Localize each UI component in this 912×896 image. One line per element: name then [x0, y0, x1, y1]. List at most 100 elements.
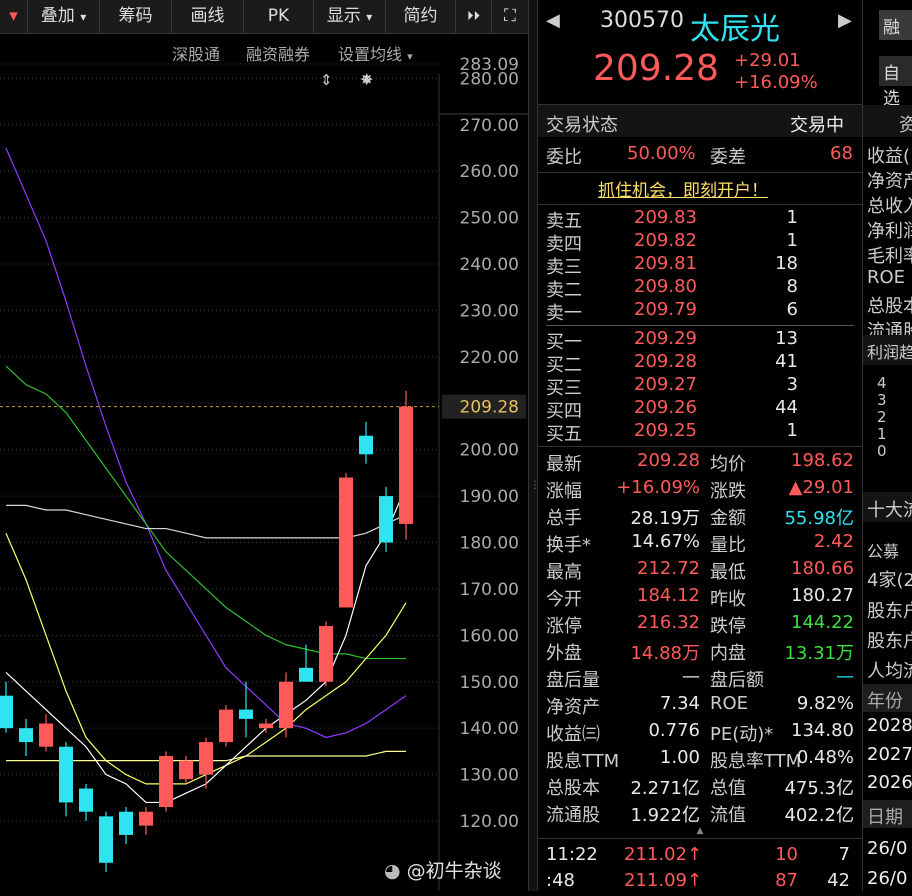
- candle-body: [399, 406, 413, 524]
- ask-volume: 1: [786, 207, 798, 228]
- quote-panel: ◀ 300570 太辰光 ▶ 209.28 +29.01 +16.09% 交易状…: [538, 0, 862, 891]
- weibo-icon: ◕: [384, 860, 401, 882]
- fullscreen-icon[interactable]: ⛶: [492, 0, 528, 33]
- avg-holding-label: 人均流: [867, 661, 912, 682]
- divider: [538, 204, 862, 205]
- price-tick-label: 150.00: [460, 673, 519, 693]
- stat-label: 收益㈢: [546, 724, 600, 745]
- stat-value: 198.62: [791, 450, 854, 471]
- price-tick-label: 170.00: [460, 580, 519, 600]
- ask-row: 卖一 209.79 6: [538, 299, 862, 325]
- price-tick-label: 130.00: [460, 766, 519, 786]
- ask-price: 209.82: [634, 230, 697, 251]
- ratio-label: 委比: [546, 147, 582, 168]
- stat-label: 均价: [710, 454, 746, 475]
- order-ratio-row: 委比 50.00% 委差 68: [538, 143, 862, 169]
- ask-volume: 1: [786, 230, 798, 251]
- profit-header: 利润趋: [863, 335, 912, 365]
- price-tick-label: 160.00: [460, 626, 519, 646]
- stat-row: 总股本 2.271亿 总值 475.3亿: [538, 774, 862, 800]
- display-button[interactable]: 显示 ▾: [314, 0, 386, 33]
- candle-body: [299, 667, 313, 682]
- stat-value: 402.2亿: [784, 805, 854, 826]
- chips-button[interactable]: 筹码: [100, 0, 172, 33]
- chart-toolbar: ▾ 叠加 ▾ 筹码 画线 PK 显示 ▾ 简约 ⏵⏵ ⛶: [0, 0, 528, 34]
- ratio-value: 50.00%: [627, 143, 696, 164]
- price-change: +29.01: [734, 50, 801, 71]
- stat-row: 股息TTM 1.00 股息率TTM 0.48%: [538, 747, 862, 773]
- candle-body: [179, 760, 193, 780]
- stats-table: 最新 209.28 均价 198.62 涨幅 +16.09% 涨跌 ▲29.01 总手 28.19…: [538, 450, 862, 830]
- price-tick-label: 200.00: [460, 441, 519, 461]
- more-icon[interactable]: ⏵⏵: [456, 0, 492, 33]
- stat-row: 总手 28.19万 金额 55.98亿: [538, 504, 862, 530]
- stat-label: ROE: [710, 693, 749, 714]
- diff-label: 委差: [710, 147, 746, 168]
- stat-value: 14.67%: [631, 531, 700, 552]
- candle-body: [219, 709, 233, 743]
- price-change-pct: +16.09%: [734, 72, 818, 93]
- candle-body: [139, 811, 153, 826]
- finance-tab[interactable]: 资: [899, 111, 912, 137]
- holder-label-2: 股东户: [867, 631, 912, 652]
- stat-label: 最新: [546, 454, 582, 475]
- stat-value: 475.3亿: [784, 778, 854, 799]
- bid-volume: 41: [775, 351, 798, 372]
- finance-row-label: 净资产: [867, 171, 912, 192]
- stat-label: 总值: [710, 778, 746, 799]
- simple-mode-button[interactable]: 简约: [386, 0, 456, 33]
- candle-body: [99, 816, 113, 863]
- prev-stock-icon[interactable]: ◀: [546, 10, 560, 31]
- stat-label: 股息TTM: [546, 751, 620, 772]
- stat-label: 金额: [710, 508, 746, 529]
- stock-code: 300570: [600, 8, 684, 33]
- bid-volume: 13: [775, 328, 798, 349]
- next-stock-icon[interactable]: ▶: [838, 10, 852, 31]
- date-row-2: 26/0: [867, 868, 908, 889]
- date-header: 日期: [863, 800, 912, 828]
- stat-label: 净资产: [546, 697, 600, 718]
- divider: [538, 446, 862, 447]
- stat-value: 216.32: [637, 612, 700, 633]
- indicator-dropdown-caret[interactable]: ▾: [0, 0, 28, 33]
- kline-chart[interactable]: 283.09280.00270.00260.00250.00240.00230.…: [0, 34, 528, 891]
- ask-volume: 18: [775, 253, 798, 274]
- date-label: 日期: [867, 807, 903, 828]
- bid-price: 209.28: [634, 351, 697, 372]
- stat-label: 流值: [710, 805, 746, 826]
- expand-caret-icon[interactable]: ▲: [538, 826, 862, 838]
- display-label: 显示: [326, 6, 361, 26]
- tick-volume: 10: [775, 844, 798, 865]
- price-tick-label: 270.00: [460, 116, 519, 136]
- divider: [538, 172, 862, 173]
- stat-value: 13.31万: [784, 643, 854, 664]
- stat-label: 盘后额: [710, 670, 764, 691]
- last-price-tag: 209.28: [460, 398, 519, 418]
- tick-row: :48 211.09↑ 87 42: [538, 870, 862, 896]
- tick-time: :48: [546, 870, 575, 891]
- stat-value: 0.48%: [796, 747, 854, 768]
- panel-splitter[interactable]: ⋮: [528, 0, 540, 891]
- tick-list: 11:22 211.02↑ 10 7:48 211.09↑ 87 42: [538, 842, 862, 891]
- stat-value: 184.12: [637, 585, 700, 606]
- year-label: 年份: [867, 691, 903, 712]
- date-row-1: 26/0: [867, 838, 908, 859]
- draw-line-button[interactable]: 画线: [172, 0, 244, 33]
- stat-label: 跌停: [710, 616, 746, 637]
- tick-row: 11:22 211.02↑ 10 7: [538, 844, 862, 870]
- stat-label: 总股本: [546, 778, 600, 799]
- overlay-button[interactable]: 叠加 ▾: [28, 0, 100, 33]
- pk-button[interactable]: PK: [244, 0, 314, 33]
- margin-button[interactable]: 融: [879, 10, 912, 40]
- bid-volume: 3: [786, 374, 798, 395]
- profit-axis-tick: 1: [877, 425, 887, 443]
- add-watchlist-button[interactable]: 自选: [879, 56, 912, 109]
- status-value: 交易中: [790, 115, 844, 136]
- open-account-link[interactable]: 抓住机会，即刻开户！: [598, 176, 768, 201]
- stat-row: 涨幅 +16.09% 涨跌 ▲29.01: [538, 477, 862, 503]
- bid-volume: 1: [786, 420, 798, 441]
- candle-body: [379, 496, 393, 543]
- finance-row-label: 收益(: [867, 146, 911, 167]
- stat-value: 212.72: [637, 558, 700, 579]
- ask-volume: 6: [786, 299, 798, 320]
